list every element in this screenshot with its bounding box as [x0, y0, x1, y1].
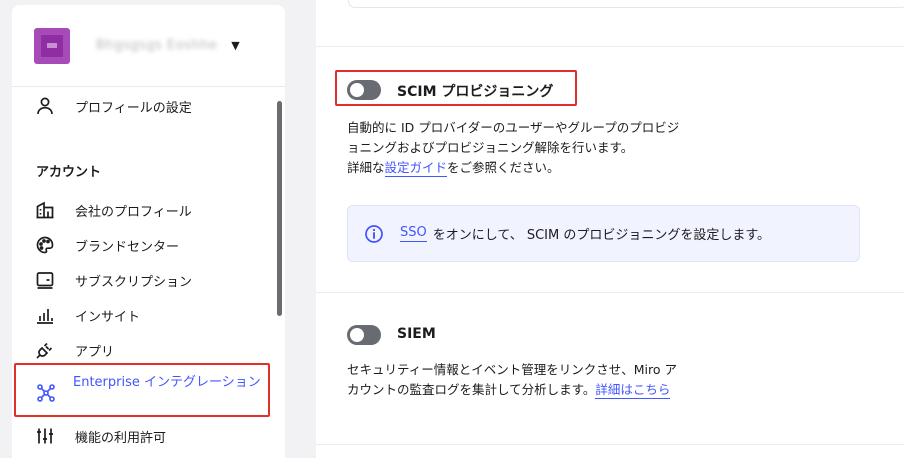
sidebar-item-company-profile[interactable]: 会社のプロフィール — [34, 199, 192, 221]
chevron-down-icon: ▼ — [231, 39, 240, 52]
subscription-icon — [34, 269, 56, 291]
sidebar-item-insights[interactable]: インサイト — [34, 304, 140, 326]
building-icon — [34, 199, 56, 221]
sidebar-item-label: サブスクリプション — [75, 274, 193, 290]
sidebar-item-brand-center[interactable]: ブランドセンター — [34, 234, 179, 256]
sso-info-text: をオンにして、 SCIM のプロビジョニングを設定します。 — [432, 228, 771, 243]
scim-description: 自動的に ID プロバイダーのユーザーやグループのプロビジ ョニングおよびプロビ… — [347, 118, 679, 178]
sidebar-item-label: 機能の利用許可 — [75, 430, 167, 446]
settings-panel: SCIM プロビジョニング 自動的に ID プロバイダーのユーザーやグループのプ… — [316, 0, 904, 458]
sidebar-item-label: インサイト — [75, 309, 141, 325]
sidebar-item-enterprise-integrations[interactable]: Enterprise インテグレーション — [14, 363, 270, 417]
previous-card — [348, 0, 904, 8]
sidebar-item-label: プロフィールの設定 — [75, 100, 192, 116]
workspace-avatar — [34, 27, 70, 64]
setup-guide-link[interactable]: 設定ガイド — [384, 160, 448, 177]
sidebar-item-label: アプリ — [75, 344, 115, 360]
workspace-name: Bhgsgsgs Eoshhe — [96, 38, 218, 53]
divider — [316, 46, 904, 47]
scim-desc-line1: 自動的に ID プロバイダーのユーザーやグループのプロビジ — [347, 120, 680, 135]
integration-nodes-icon — [36, 383, 56, 407]
siem-desc-line2: カウントの監査ログを集計して分析します。詳細はこちら — [347, 380, 677, 400]
sidebar-item-feature-permissions[interactable]: 機能の利用許可 — [34, 425, 166, 447]
sidebar-scrollbar[interactable] — [277, 101, 282, 316]
info-icon — [364, 224, 384, 244]
scim-title: SCIM プロビジョニング — [397, 84, 554, 100]
scim-desc-suffix: をご参照ください。 — [447, 160, 560, 175]
bar-chart-icon — [34, 304, 56, 326]
workspace-switcher[interactable]: Bhgsgsgs Eoshhe ▼ — [12, 5, 285, 87]
sidebar-item-apps[interactable]: アプリ — [34, 339, 114, 361]
siem-desc-prefix: カウントの監査ログを集計して分析します。 — [347, 382, 596, 397]
siem-toggle[interactable] — [347, 325, 381, 345]
scim-toggle[interactable] — [347, 80, 381, 100]
section-heading-account: アカウント — [36, 165, 102, 180]
palette-icon — [34, 234, 56, 256]
sidebar-item-label: Enterprise インテグレーション — [73, 375, 261, 390]
siem-desc-line1: セキュリティー情報とイベント管理をリンクさせ、Miro ア — [347, 362, 677, 377]
sso-info-callout: SSO をオンにして、 SCIM のプロビジョニングを設定します。 — [347, 205, 860, 262]
siem-description: セキュリティー情報とイベント管理をリンクさせ、Miro ア カウントの監査ログを… — [347, 360, 677, 400]
scim-desc-line2: ョニングおよびプロビジョニング解除を行います。 — [347, 140, 634, 155]
sliders-icon — [34, 425, 56, 447]
user-icon — [34, 95, 56, 117]
sidebar-item-label: ブランドセンター — [75, 239, 180, 255]
scim-desc-prefix: 詳細な — [347, 160, 385, 175]
siem-title: SIEM — [397, 326, 436, 342]
scim-desc-line3: 詳細な設定ガイドをご参照ください。 — [347, 158, 679, 178]
divider — [316, 292, 904, 293]
sidebar-item-subscription[interactable]: サブスクリプション — [34, 269, 192, 291]
sso-link[interactable]: SSO — [400, 225, 427, 242]
divider — [316, 444, 904, 445]
sidebar-item-label: 会社のプロフィール — [75, 204, 192, 220]
sidebar-item-profile-settings[interactable]: プロフィールの設定 — [34, 95, 192, 117]
plug-icon — [34, 339, 56, 361]
learn-more-link[interactable]: 詳細はこちら — [595, 382, 671, 399]
